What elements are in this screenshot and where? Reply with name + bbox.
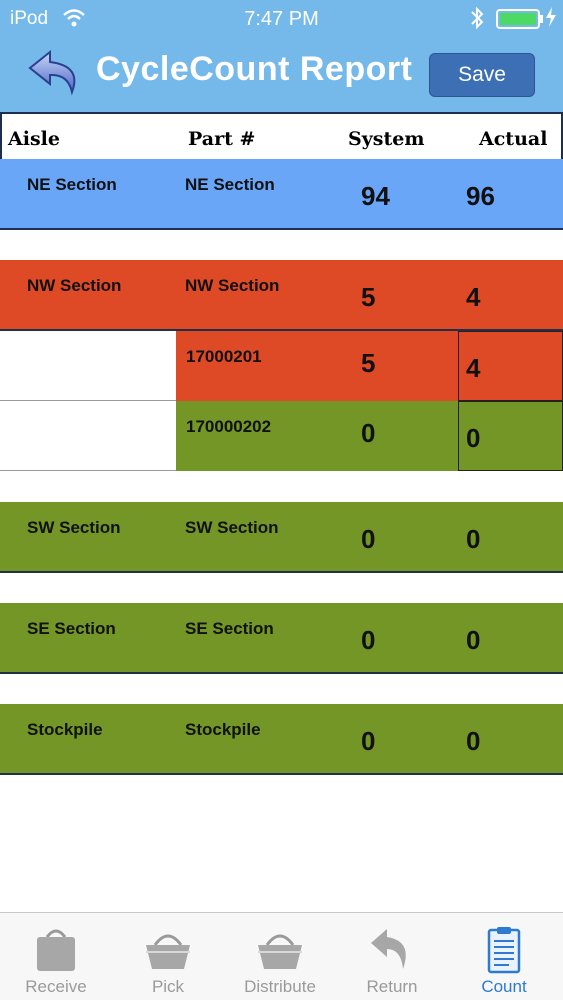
tab-count[interactable]: Count bbox=[448, 913, 560, 1000]
actual-count-input[interactable]: 0 bbox=[458, 401, 563, 471]
row-system: 0 bbox=[361, 625, 376, 655]
tab-pick[interactable]: Pick bbox=[112, 913, 224, 1000]
actual-count-input[interactable]: 4 bbox=[458, 331, 563, 401]
row-part: Stockpile bbox=[185, 720, 261, 739]
table-row[interactable]: SW Section SW Section 0 0 bbox=[0, 502, 563, 573]
bag-icon bbox=[37, 929, 75, 971]
row-aisle: SW Section bbox=[27, 518, 121, 537]
row-part: NW Section bbox=[185, 276, 280, 295]
page-title: CycleCount Report bbox=[96, 50, 413, 88]
clipboard-icon bbox=[487, 927, 521, 974]
row-system: 0 bbox=[361, 524, 376, 554]
battery-icon bbox=[496, 9, 540, 29]
basket-icon bbox=[258, 934, 302, 969]
row-system: 0 bbox=[361, 726, 376, 756]
table-row[interactable]: SE Section SE Section 0 0 bbox=[0, 603, 563, 674]
column-aisle: Aisle bbox=[8, 128, 60, 150]
tab-label: Receive bbox=[25, 977, 87, 996]
row-actual: 0 bbox=[466, 524, 481, 554]
tab-distribute[interactable]: Distribute bbox=[224, 913, 336, 1000]
row-part: SE Section bbox=[185, 619, 274, 638]
column-system: System bbox=[348, 128, 425, 150]
row-system: 5 bbox=[361, 282, 376, 312]
part-row[interactable]: 17000201 5 4 bbox=[0, 331, 563, 401]
column-actual: Actual bbox=[479, 128, 548, 150]
battery-tip bbox=[540, 15, 543, 23]
row-aisle: NE Section bbox=[27, 175, 117, 194]
tab-label: Distribute bbox=[244, 977, 316, 996]
tab-return[interactable]: Return bbox=[336, 913, 448, 1000]
row-system: 94 bbox=[361, 181, 390, 211]
status-bar: iPod 7:47 PM bbox=[0, 0, 563, 38]
nav-header: iPod 7:47 PM CycleCount Report Save bbox=[0, 0, 563, 112]
row-actual: 0 bbox=[466, 625, 481, 655]
back-arrow-icon bbox=[28, 49, 76, 96]
table-header: Aisle Part # System Actual bbox=[0, 112, 563, 159]
part-system: 0 bbox=[361, 418, 376, 448]
charging-icon bbox=[545, 6, 557, 33]
basket-icon bbox=[146, 934, 190, 969]
row-part: SW Section bbox=[185, 518, 279, 537]
column-part: Part # bbox=[188, 128, 256, 150]
tab-bar: Receive Pick Distribute Return Count bbox=[0, 912, 563, 1000]
tab-label: Pick bbox=[151, 977, 185, 996]
table-row[interactable]: NW Section NW Section 5 4 bbox=[0, 260, 563, 331]
tab-label: Return bbox=[366, 977, 418, 996]
save-button[interactable]: Save bbox=[429, 53, 535, 97]
row-aisle: SE Section bbox=[27, 619, 116, 638]
row-actual: 4 bbox=[466, 282, 481, 312]
return-arrow-icon bbox=[371, 929, 406, 969]
row-aisle: Stockpile bbox=[27, 720, 103, 739]
part-row[interactable]: 170000202 0 0 bbox=[0, 401, 563, 471]
table-row[interactable]: NE Section NE Section 94 96 bbox=[0, 159, 563, 230]
row-actual: 0 bbox=[466, 726, 481, 756]
part-actual: 0 bbox=[466, 423, 481, 453]
part-system: 5 bbox=[361, 348, 376, 378]
row-aisle: NW Section bbox=[27, 276, 122, 295]
part-number: 170000202 bbox=[186, 417, 272, 436]
tab-receive[interactable]: Receive bbox=[0, 913, 112, 1000]
part-number: 17000201 bbox=[186, 347, 262, 366]
bluetooth-icon bbox=[470, 6, 484, 36]
tab-label: Count bbox=[481, 977, 527, 996]
row-part: NE Section bbox=[185, 175, 275, 194]
part-actual: 4 bbox=[466, 353, 481, 383]
back-button[interactable] bbox=[26, 48, 84, 100]
row-actual: 96 bbox=[466, 181, 495, 211]
table-row[interactable]: Stockpile Stockpile 0 0 bbox=[0, 704, 563, 775]
